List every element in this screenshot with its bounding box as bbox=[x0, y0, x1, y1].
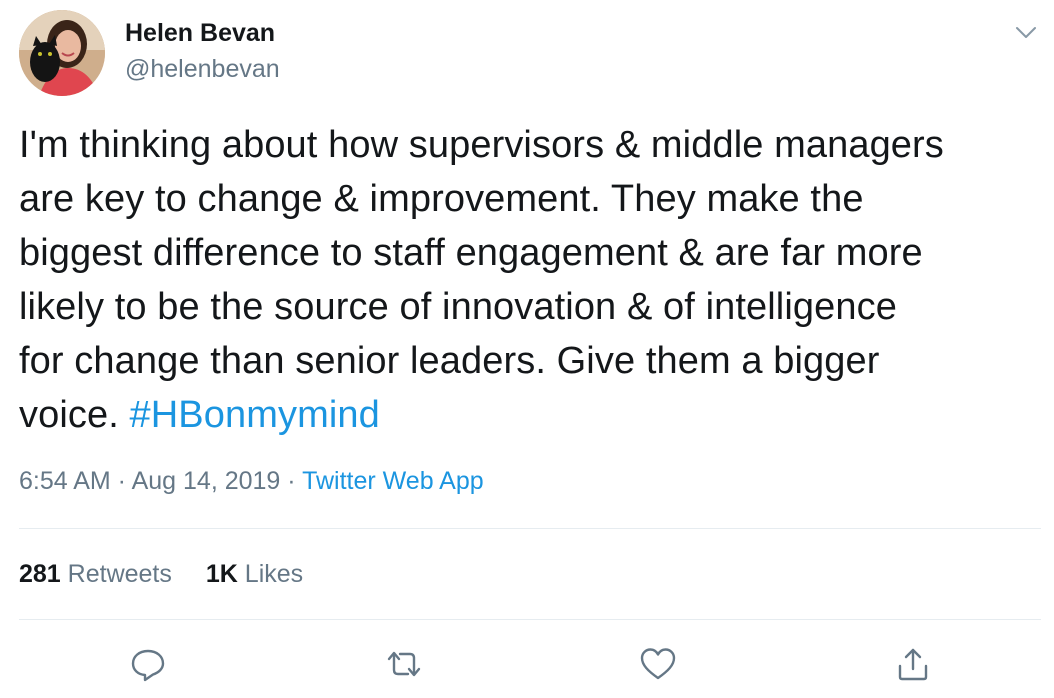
retweets-stat[interactable]: 281 Retweets bbox=[19, 560, 172, 589]
tweet-text-line: I'm thinking about how supervisors & mid… bbox=[19, 124, 944, 166]
reply-icon[interactable] bbox=[128, 644, 168, 684]
tweet-source-link[interactable]: Twitter Web App bbox=[302, 467, 484, 495]
hashtag-link[interactable]: #HBonmymind bbox=[130, 394, 380, 436]
retweet-icon[interactable] bbox=[384, 644, 424, 684]
tweet-date[interactable]: Aug 14, 2019 bbox=[132, 467, 281, 495]
author-name[interactable]: Helen Bevan bbox=[125, 19, 275, 48]
retweets-count: 281 bbox=[19, 560, 61, 588]
avatar-image bbox=[19, 10, 105, 96]
retweets-label: Retweets bbox=[60, 560, 172, 588]
likes-stat[interactable]: 1K Likes bbox=[206, 560, 303, 589]
likes-label: Likes bbox=[237, 560, 304, 588]
divider bbox=[19, 528, 1041, 529]
meta-separator: · bbox=[280, 467, 303, 495]
tweet-text-last-line: voice. #HBonmymind bbox=[19, 388, 1039, 442]
heart-icon[interactable] bbox=[638, 644, 678, 684]
tweet-text-fragment: voice. bbox=[19, 394, 130, 436]
author-handle[interactable]: @helenbevan bbox=[125, 55, 280, 84]
author-avatar[interactable] bbox=[19, 10, 105, 96]
tweet-text-line: for change than senior leaders. Give the… bbox=[19, 340, 880, 382]
tweet-text: I'm thinking about how supervisors & mid… bbox=[19, 118, 1039, 442]
tweet-time[interactable]: 6:54 AM bbox=[19, 467, 111, 495]
tweet-card: Helen Bevan @helenbevan I'm thinking abo… bbox=[0, 0, 1054, 698]
chevron-down-icon[interactable] bbox=[1012, 18, 1040, 46]
tweet-meta: 6:54 AM · Aug 14, 2019 · Twitter Web App bbox=[19, 467, 484, 496]
divider bbox=[19, 619, 1041, 620]
tweet-text-line: likely to be the source of innovation & … bbox=[19, 286, 897, 328]
tweet-text-line: biggest difference to staff engagement &… bbox=[19, 232, 923, 274]
tweet-text-line: are key to change & improvement. They ma… bbox=[19, 178, 864, 220]
share-icon[interactable] bbox=[893, 644, 933, 684]
tweet-stats: 281 Retweets 1K Likes bbox=[19, 560, 337, 589]
likes-count: 1K bbox=[205, 560, 238, 588]
meta-separator: · bbox=[110, 467, 132, 495]
